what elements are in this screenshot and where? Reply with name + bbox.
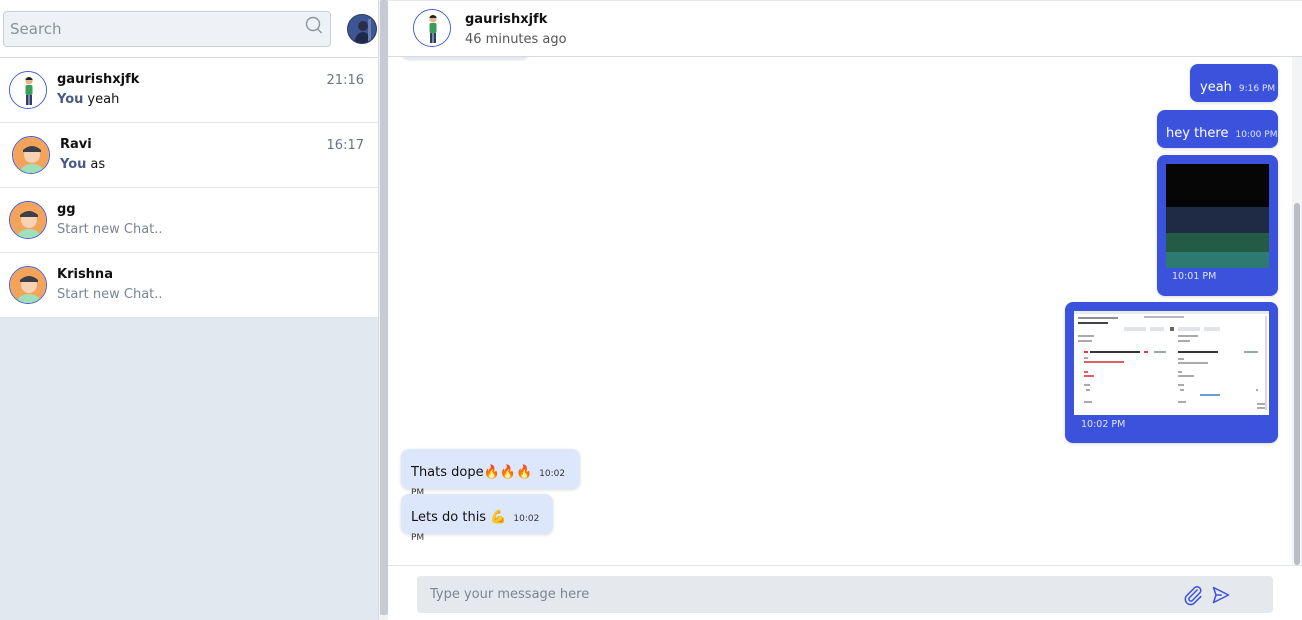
message-bubble-outgoing: hey there 10:00 PM (1157, 110, 1278, 148)
message-bubble-partial (402, 57, 528, 59)
conversation-panel: gaurishxjfk 46 minutes ago yeah 9:16 PM h… (388, 0, 1302, 620)
message-time: 10:00 PM (1235, 130, 1278, 140)
chat-name: gaurishxjfk (57, 72, 140, 87)
sidebar-header (0, 0, 378, 58)
chat-list-item[interactable]: Krishna Start new Chat.. (0, 253, 378, 318)
last-seen-status: 46 minutes ago (465, 32, 567, 47)
person-icon (10, 72, 46, 108)
chat-time: 16:17 (326, 138, 364, 153)
chat-name: Ravi (60, 137, 92, 152)
chat-preview: Start new Chat.. (57, 287, 163, 302)
message-text: yeah (1200, 80, 1232, 95)
send-icon[interactable] (1211, 585, 1231, 605)
default-avatar-icon (10, 202, 46, 238)
message-text: hey there (1166, 126, 1229, 141)
contact-name: gaurishxjfk (465, 12, 548, 27)
message-text: Lets do this 💪 (411, 510, 507, 525)
sidebar: gaurishxjfk 21:16 Youyeah Ravi 16:1 (0, 0, 378, 620)
chat-app: gaurishxjfk 21:16 Youyeah Ravi 16:1 (0, 0, 1302, 620)
message-bubble-image[interactable]: 10:02 PM (1065, 302, 1278, 443)
default-avatar (9, 266, 47, 304)
you-label: You (60, 157, 87, 172)
message-bubble-incoming: Lets do this 💪 10:02 PM (401, 494, 553, 543)
chat-name: gg (57, 202, 76, 217)
last-message: yeah (87, 92, 120, 107)
search-icon[interactable] (304, 16, 324, 36)
person-icon (414, 10, 450, 46)
chat-list-item[interactable]: gg Start new Chat.. (0, 188, 378, 253)
message-time: 10:01 PM (1172, 271, 1217, 282)
person-avatar (9, 71, 47, 109)
message-scrollbar-thumb[interactable] (1294, 203, 1300, 565)
paperclip-icon[interactable] (1182, 584, 1204, 606)
chat-time: 21:16 (326, 73, 364, 88)
conversation-header: gaurishxjfk 46 minutes ago (388, 1, 1302, 57)
default-avatar (9, 201, 47, 239)
default-avatar-icon (10, 267, 46, 303)
you-label: You (57, 92, 84, 107)
profile-photo-icon (348, 15, 376, 43)
message-time: 10:02 PM (1081, 419, 1126, 430)
default-avatar (12, 136, 50, 174)
chat-preview: Start new Chat.. (57, 222, 163, 237)
message-list: yeah 9:16 PM hey there 10:00 PM 10:01 PM (388, 57, 1292, 565)
message-time: 9:16 PM (1238, 84, 1276, 94)
sidebar-scrollbar-thumb[interactable] (380, 0, 388, 615)
color-bands-image[interactable] (1166, 164, 1269, 268)
chat-name: Krishna (57, 267, 113, 282)
search-box[interactable] (3, 11, 331, 47)
message-bubble-outgoing: yeah 9:16 PM (1190, 64, 1278, 102)
user-profile-avatar[interactable] (347, 14, 377, 44)
message-scrollbar[interactable] (1292, 57, 1302, 565)
message-composer (388, 565, 1302, 620)
message-bubble-image[interactable]: 10:01 PM (1157, 155, 1278, 296)
message-bubble-incoming: Thats dope🔥🔥🔥 10:02 PM (401, 449, 580, 498)
chat-list-item[interactable]: Ravi 16:17 You as (0, 123, 378, 188)
message-input[interactable] (417, 576, 1157, 613)
chat-preview: You as (60, 157, 105, 172)
contact-avatar[interactable] (413, 9, 451, 47)
chat-preview: You yeah (57, 92, 119, 107)
default-avatar-icon (13, 137, 49, 173)
search-input[interactable] (4, 12, 294, 46)
composer-box (417, 576, 1273, 613)
chat-list: gaurishxjfk 21:16 You yeah Ravi 16:17 Yo… (0, 58, 378, 318)
screenshot-image[interactable] (1074, 311, 1269, 415)
message-text: Thats dope🔥🔥🔥 (411, 465, 533, 480)
last-message: as (90, 157, 106, 172)
chat-list-item[interactable]: gaurishxjfk 21:16 You yeah (0, 58, 378, 123)
sidebar-scrollbar[interactable] (378, 0, 388, 620)
